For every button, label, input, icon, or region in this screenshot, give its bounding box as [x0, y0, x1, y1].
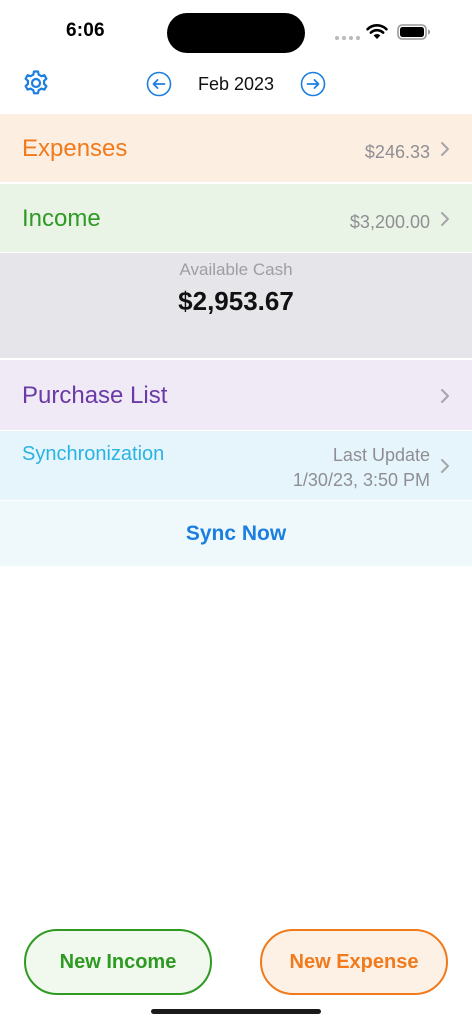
dynamic-island [167, 13, 305, 53]
app-screen: 6:06 Feb 2023 Expenses $246.33 Income $3… [0, 0, 472, 1024]
expenses-label: Expenses [22, 135, 128, 162]
month-navigation-header: Feb 2023 [0, 62, 472, 112]
income-label: Income [22, 205, 101, 232]
chevron-right-icon [441, 389, 449, 403]
purchase-list-label: Purchase List [22, 382, 168, 409]
cellular-signal-icon [335, 36, 360, 40]
gear-icon[interactable] [22, 69, 50, 97]
new-expense-button[interactable]: New Expense [260, 929, 448, 995]
expenses-total: $246.33 [364, 142, 430, 162]
last-update-label: Last Update [332, 445, 430, 465]
available-cash-value: $2,953.67 [178, 286, 294, 316]
available-cash-label: Available Cash [179, 260, 293, 279]
purchase-list-row[interactable]: Purchase List [0, 360, 472, 430]
current-month-label: Feb 2023 [197, 74, 275, 94]
new-income-button[interactable]: New Income [24, 929, 212, 995]
income-total: $3,200.00 [349, 212, 430, 232]
income-row[interactable]: Income $3,200.00 [0, 184, 472, 252]
synchronization-row[interactable]: Synchronization Last Update 1/30/23, 3:5… [0, 431, 472, 500]
expenses-row[interactable]: Expenses $246.33 [0, 114, 472, 182]
chevron-right-icon [441, 142, 449, 156]
status-time: 6:06 [66, 20, 105, 41]
home-indicator[interactable] [151, 1009, 321, 1014]
sync-now-button[interactable]: Sync Now [136, 519, 336, 549]
battery-icon [397, 24, 430, 40]
status-bar: 6:06 [0, 0, 472, 62]
available-cash-panel: Available Cash $2,953.67 [0, 253, 472, 358]
arrow-left-circle-icon[interactable] [146, 71, 172, 97]
arrow-right-circle-icon[interactable] [300, 71, 326, 97]
synchronization-label: Synchronization [22, 443, 165, 465]
last-update-time: 1/30/23, 3:50 PM [292, 470, 430, 490]
sync-now-panel: Sync Now [0, 501, 472, 566]
chevron-right-icon [441, 459, 449, 473]
wifi-icon [366, 24, 388, 39]
chevron-right-icon [441, 212, 449, 226]
